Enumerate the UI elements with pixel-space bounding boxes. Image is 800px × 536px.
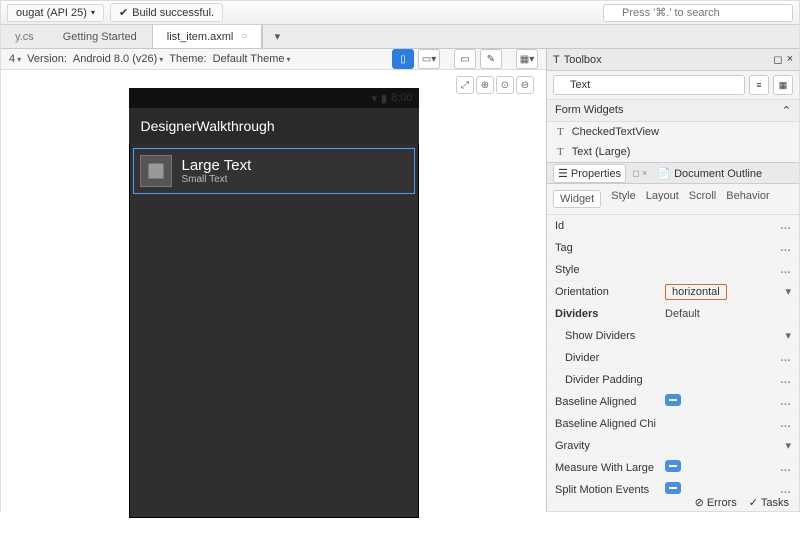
large-text: Large Text xyxy=(182,157,252,174)
tab-layout[interactable]: Layout xyxy=(646,190,679,208)
tab-list-item[interactable]: list_item.axml○ xyxy=(152,25,263,48)
grid-button[interactable]: ▦▾ xyxy=(516,49,538,69)
toolbox-item-text-large[interactable]: TText (Large) xyxy=(547,142,799,162)
text-icon: T xyxy=(557,146,564,158)
text-icon: T xyxy=(557,126,564,138)
design-canvas[interactable]: ⤢ ⊕ ⊙ ⊖ ▾ ▮ 8:00 DesignerWalkthrough La xyxy=(1,70,546,536)
search-input[interactable] xyxy=(603,4,793,22)
dock-icon[interactable]: ◻ xyxy=(773,53,782,66)
global-search[interactable] xyxy=(603,4,793,22)
check-icon: ✔ xyxy=(119,6,128,19)
status-footer: ⊘ Errors ✓ Tasks xyxy=(695,496,789,509)
toolbox-item-checkedtextview[interactable]: TCheckedTextView xyxy=(547,122,799,142)
landscape-button[interactable]: ▭▾ xyxy=(418,49,440,69)
zoom-controls: ⤢ ⊕ ⊙ ⊖ xyxy=(456,76,534,94)
zoom-in-icon[interactable]: ⊕ xyxy=(476,76,494,94)
property-list: Id…Tag…Style…Orientationhorizontal▾Divid… xyxy=(547,215,799,511)
more-icon[interactable]: … xyxy=(780,352,791,364)
zoom-reset-icon[interactable]: ⊙ xyxy=(496,76,514,94)
property-tabs: Widget Style Layout Scroll Behavior xyxy=(547,184,799,215)
more-icon[interactable]: … xyxy=(780,220,791,232)
device-preview[interactable]: ▾ ▮ 8:00 DesignerWalkthrough Large Text … xyxy=(129,88,419,518)
toggle-icon[interactable] xyxy=(665,394,681,406)
version-label: Version: xyxy=(27,53,67,65)
document-outline-tab[interactable]: 📄 Document Outline xyxy=(653,165,766,182)
property-baseline-aligned[interactable]: Baseline Aligned… xyxy=(547,391,799,413)
more-icon[interactable]: … xyxy=(780,418,791,430)
small-text: Small Text xyxy=(182,174,252,185)
tab-getting-started[interactable]: Getting Started xyxy=(49,25,152,48)
property-measure-with-large[interactable]: Measure With Large… xyxy=(547,457,799,479)
zoom-out-icon[interactable]: ⊖ xyxy=(516,76,534,94)
image-placeholder-icon xyxy=(140,155,172,187)
top-toolbar: ougat (API 25)▾ ✔Build successful. xyxy=(1,1,799,25)
properties-header: ☰ Properties ◻ × 📄 Document Outline xyxy=(547,162,799,184)
property-style[interactable]: Style… xyxy=(547,259,799,281)
property-orientation[interactable]: Orientationhorizontal▾ xyxy=(547,281,799,303)
chevron-down-icon[interactable]: ▾ xyxy=(785,329,791,342)
tab-overflow[interactable]: ▾ xyxy=(262,25,292,48)
more-icon[interactable]: … xyxy=(780,396,791,408)
chevron-down-icon[interactable]: ▾ xyxy=(785,285,791,298)
grid-view-button[interactable]: ▦ xyxy=(773,75,793,95)
wifi-icon: ▾ xyxy=(371,92,377,105)
theme-selector[interactable]: Default Theme xyxy=(213,53,291,65)
status-bar: ▾ ▮ 8:00 xyxy=(129,88,419,108)
more-icon[interactable]: … xyxy=(780,484,791,496)
tab-widget[interactable]: Widget xyxy=(553,190,601,208)
close-icon[interactable]: ○ xyxy=(241,31,247,42)
property-divider-padding[interactable]: Divider Padding… xyxy=(547,369,799,391)
property-baseline-aligned-chi[interactable]: Baseline Aligned Chi… xyxy=(547,413,799,435)
toolbox-icon: T xyxy=(553,54,560,66)
property-gravity[interactable]: Gravity▾ xyxy=(547,435,799,457)
fit-icon[interactable]: ⤢ xyxy=(456,76,474,94)
list-view-button[interactable]: ≡ xyxy=(749,75,769,95)
tab-style[interactable]: Style xyxy=(611,190,635,208)
toolbox-category[interactable]: Form Widgets⌃ xyxy=(547,99,799,122)
more-icon[interactable]: … xyxy=(780,462,791,474)
edit-button[interactable]: ✎ xyxy=(480,49,502,69)
chevron-down-icon[interactable]: ▾ xyxy=(785,439,791,452)
more-icon[interactable]: … xyxy=(780,264,791,276)
clock: 8:00 xyxy=(391,92,412,104)
errors-panel-button[interactable]: ⊘ Errors xyxy=(695,496,737,509)
property-divider[interactable]: Divider… xyxy=(547,347,799,369)
designer-toolbar: 4 Version: Android 8.0 (v26) Theme: Defa… xyxy=(1,49,546,70)
build-status: ✔Build successful. xyxy=(110,3,223,22)
battery-icon: ▮ xyxy=(381,92,387,105)
list-item-selected[interactable]: Large Text Small Text xyxy=(133,148,415,194)
tab-behavior[interactable]: Behavior xyxy=(726,190,769,208)
collapse-icon[interactable]: ⌃ xyxy=(782,104,791,117)
portrait-button[interactable]: ▯ xyxy=(392,49,414,69)
tasks-panel-button[interactable]: ✓ Tasks xyxy=(749,496,789,509)
theme-label: Theme: xyxy=(169,53,206,65)
scale-selector[interactable]: 4 xyxy=(9,53,21,65)
property-tag[interactable]: Tag… xyxy=(547,237,799,259)
tab-scroll[interactable]: Scroll xyxy=(689,190,717,208)
more-icon[interactable]: … xyxy=(780,242,791,254)
right-panel: T Toolbox ◻× ≡ ▦ Form Widgets⌃ TCheckedT… xyxy=(547,49,799,511)
properties-tab[interactable]: ☰ Properties xyxy=(553,164,626,183)
document-tabs: y.cs Getting Started list_item.axml○ ▾ xyxy=(1,25,799,49)
property-show-dividers[interactable]: Show Dividers▾ xyxy=(547,325,799,347)
device-frame-button[interactable]: ▭ xyxy=(454,49,476,69)
property-id[interactable]: Id… xyxy=(547,215,799,237)
app-bar: DesignerWalkthrough xyxy=(129,108,419,144)
target-selector[interactable]: ougat (API 25)▾ xyxy=(7,4,104,22)
toggle-icon[interactable] xyxy=(665,482,681,494)
version-selector[interactable]: Android 8.0 (v26) xyxy=(73,53,163,65)
toolbox-header: T Toolbox ◻× xyxy=(547,49,799,71)
property-dividers[interactable]: DividersDefault xyxy=(547,303,799,325)
dock-icon[interactable]: ◻ × xyxy=(632,168,647,179)
designer-editor: 4 Version: Android 8.0 (v26) Theme: Defa… xyxy=(1,49,547,511)
toolbox-search-input[interactable] xyxy=(553,75,745,95)
tab-file-cs[interactable]: y.cs xyxy=(1,25,49,48)
toggle-icon[interactable] xyxy=(665,460,681,472)
more-icon[interactable]: … xyxy=(780,374,791,386)
close-icon[interactable]: × xyxy=(787,53,793,66)
